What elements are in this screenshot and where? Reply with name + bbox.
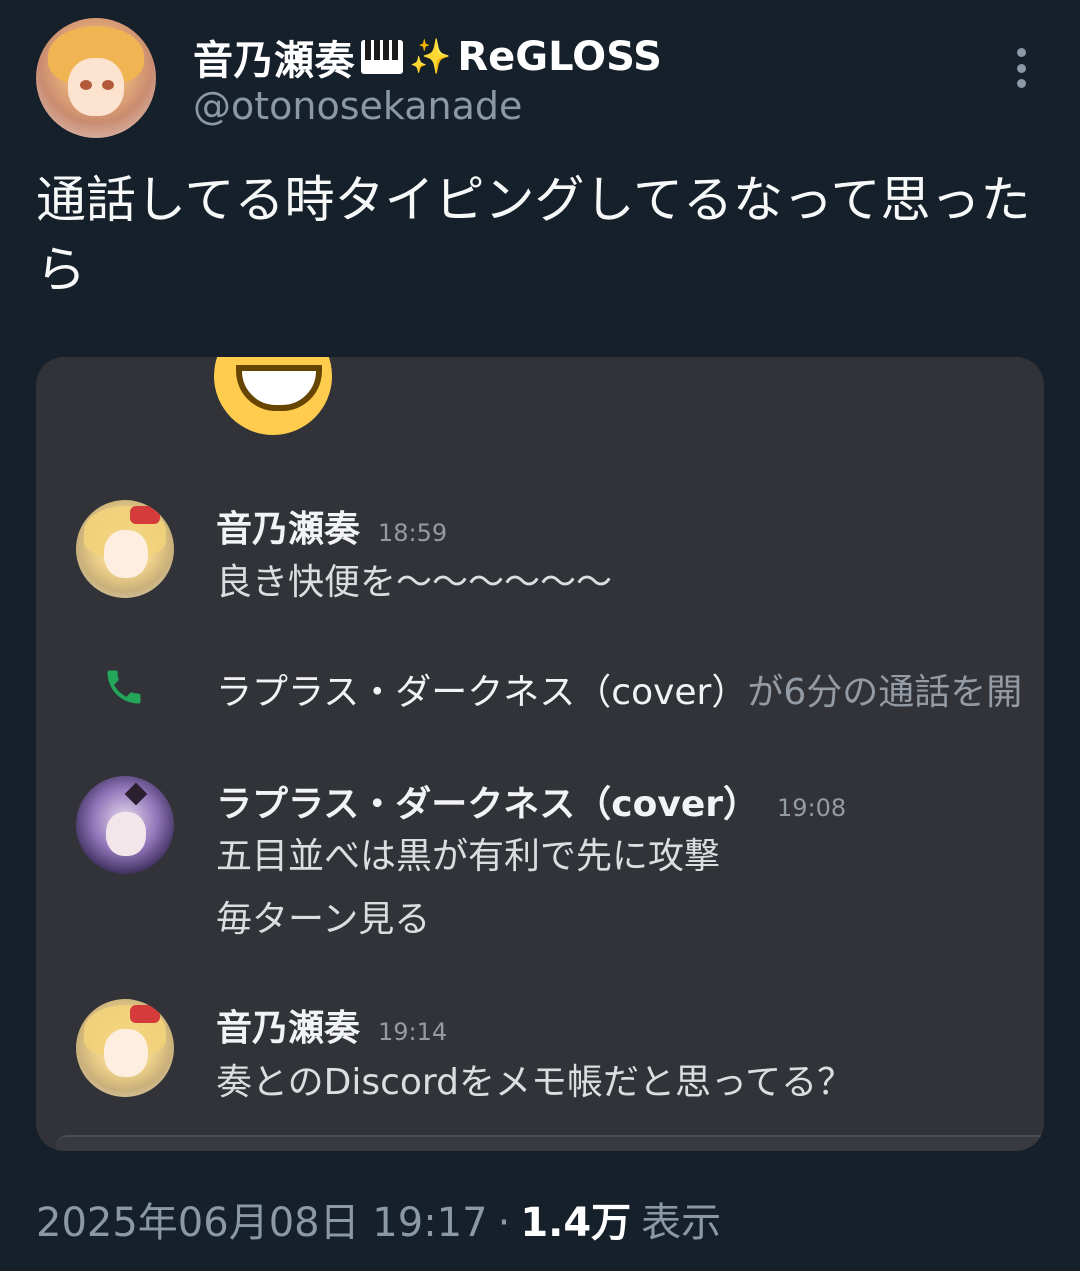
tweet-header: 音乃瀬奏 ✨ ReGLOSS @otonosekanade xyxy=(36,18,1046,138)
tweet-text: 通話してる時タイピングしてるなって思ったら xyxy=(36,171,1031,299)
tweet-timestamp[interactable]: 2025年06月08日 19:17 xyxy=(36,1190,488,1248)
views-count: 1.4万 xyxy=(520,1200,632,1246)
message-text: 毎ターン見る xyxy=(216,899,431,940)
sparkle-icon: ✨ xyxy=(409,37,452,77)
avatar xyxy=(76,500,174,598)
message-text: 五目並べは黒が有利で先に攻撃 xyxy=(216,836,721,877)
discord-input-bar xyxy=(56,1135,1044,1151)
author-display-name[interactable]: 音乃瀬奏 xyxy=(193,28,355,86)
avatar xyxy=(76,776,174,874)
message-author: 音乃瀬奏 xyxy=(216,509,361,550)
message-author: ラプラス・ダークネス（cover） xyxy=(216,784,759,825)
views-label: 表示 xyxy=(641,1200,722,1246)
message-text: 良き快便を〜〜〜〜〜〜 xyxy=(216,562,613,603)
message-author: 音乃瀬奏 xyxy=(216,1008,361,1049)
call-user-name: ラプラス・ダークネス（cover） xyxy=(216,672,748,713)
avatar xyxy=(76,999,174,1097)
author-name-row[interactable]: 音乃瀬奏 ✨ ReGLOSS xyxy=(193,28,662,86)
phone-icon xyxy=(107,670,141,704)
tweet-footer: 2025年06月08日 19:17 · 1.4万 表示 xyxy=(36,1190,721,1248)
message-time: 19:08 xyxy=(777,794,847,822)
piano-icon xyxy=(361,40,403,74)
tweet-media-image[interactable]: 音乃瀬奏 18:59 良き快便を〜〜〜〜〜〜 ラプラス・ダークネス（cover）… xyxy=(36,357,1044,1151)
author-avatar[interactable] xyxy=(36,18,156,138)
author-group-name[interactable]: ReGLOSS xyxy=(457,34,662,80)
message-text: 奏とのDiscordをメモ帳だと思ってる？ xyxy=(216,1062,854,1103)
more-options-icon[interactable] xyxy=(1016,48,1026,88)
message-time: 19:14 xyxy=(378,1018,448,1046)
separator: · xyxy=(497,1200,511,1246)
smile-emoji-icon xyxy=(214,357,332,435)
author-handle[interactable]: @otonosekanade xyxy=(193,84,522,128)
message-time: 18:59 xyxy=(378,519,448,547)
call-text: が6分の通話を開 xyxy=(747,672,1023,713)
